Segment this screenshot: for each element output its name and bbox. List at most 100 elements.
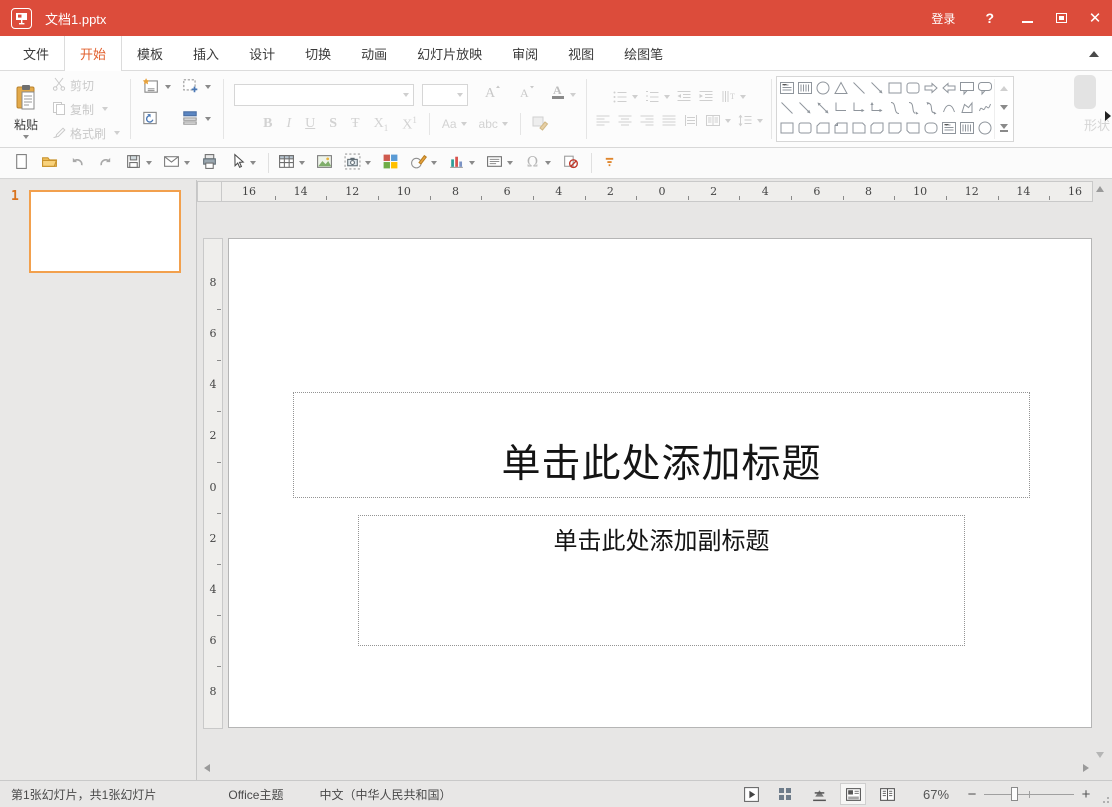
new-file-button[interactable] <box>9 151 34 175</box>
clear-format-icon[interactable] <box>531 115 549 134</box>
tab-设计[interactable]: 设计 <box>234 36 290 70</box>
format-painter-button[interactable]: 格式刷 <box>52 125 120 142</box>
chart-dropdown-icon[interactable] <box>469 161 475 165</box>
shape-arrow-right-icon[interactable] <box>923 80 939 99</box>
shape-elbow-icon[interactable] <box>833 100 849 119</box>
shape-curve-s-icon[interactable] <box>887 100 903 119</box>
slide-sorter-icon[interactable] <box>772 783 798 805</box>
tab-模板[interactable]: 模板 <box>122 36 178 70</box>
select-cursor-button[interactable] <box>225 151 260 175</box>
mail-dropdown-icon[interactable] <box>184 161 190 165</box>
slide-thumbnail[interactable] <box>29 190 181 273</box>
shape-curve-s-double-icon[interactable] <box>923 100 939 119</box>
slide-section-button[interactable] <box>177 109 217 130</box>
shape-double-arrow-diag-icon[interactable] <box>815 100 831 119</box>
help-button[interactable]: ? <box>969 10 1010 26</box>
shapes-scroll-down-icon[interactable] <box>1000 105 1008 110</box>
shape-rect-4-icon[interactable] <box>833 120 849 139</box>
table-button[interactable] <box>274 151 309 175</box>
scroll-right-icon[interactable] <box>1083 764 1089 772</box>
shape-rect-2-icon[interactable] <box>797 120 813 139</box>
close-button[interactable]: ✕ <box>1078 0 1112 36</box>
align-center-icon[interactable] <box>617 113 633 129</box>
shape-rect-7-icon[interactable] <box>887 120 903 139</box>
change-case-button[interactable]: Aa <box>442 117 457 131</box>
tab-视图[interactable]: 视图 <box>553 36 609 70</box>
shape-line-diag-icon[interactable] <box>779 100 795 119</box>
clip-gallery-button[interactable] <box>378 151 403 175</box>
shape-elbow-arrow-icon[interactable] <box>851 100 867 119</box>
font-name-combobox[interactable] <box>234 84 414 106</box>
symbol-omega-button[interactable]: Ω <box>520 151 555 175</box>
columns-icon[interactable] <box>705 113 731 129</box>
subscript-button[interactable]: X1 <box>374 116 389 133</box>
text-box-button[interactable] <box>482 151 517 175</box>
draw-shape-button[interactable] <box>406 151 441 175</box>
align-left-icon[interactable] <box>595 113 611 129</box>
change-case-dropdown-icon[interactable] <box>461 122 467 126</box>
char-spacing-button[interactable]: abc <box>479 117 498 131</box>
mail-button[interactable] <box>159 151 194 175</box>
scroll-left-icon[interactable] <box>204 764 210 772</box>
select-cursor-dropdown-icon[interactable] <box>250 161 256 165</box>
shape-curve-s-arrow-icon[interactable] <box>905 100 921 119</box>
format-painter-dropdown-icon[interactable] <box>114 131 120 135</box>
new-slide-button[interactable] <box>137 77 177 98</box>
char-border-button[interactable]: Ŧ <box>351 116 360 132</box>
redo-button[interactable] <box>93 151 118 175</box>
shape-rect-5-icon[interactable] <box>851 120 867 139</box>
shrink-font-button[interactable]: A <box>516 83 536 106</box>
shape-rounded-rectangle-icon[interactable] <box>905 80 921 99</box>
minimize-button[interactable] <box>1010 0 1044 36</box>
tab-切换[interactable]: 切换 <box>290 36 346 70</box>
shape-line-arrow-icon[interactable] <box>869 80 885 99</box>
shapes-scroll-up-icon[interactable] <box>1000 86 1008 91</box>
chart-button[interactable] <box>444 151 479 175</box>
shape-freeform-icon[interactable] <box>959 100 975 119</box>
align-right-icon[interactable] <box>639 113 655 129</box>
undo-button[interactable] <box>65 151 90 175</box>
shape-rect-1-icon[interactable] <box>779 120 795 139</box>
reset-slide-button[interactable] <box>137 109 177 130</box>
indent-icon[interactable] <box>698 89 714 105</box>
tab-幻灯片放映[interactable]: 幻灯片放映 <box>402 36 497 70</box>
strikethrough-button[interactable]: S <box>329 116 337 132</box>
shape-elbow-double-arrow-icon[interactable] <box>869 100 885 119</box>
paste-button[interactable]: 粘贴 <box>0 80 52 139</box>
shape-triangle-icon[interactable] <box>833 80 849 99</box>
subtitle-placeholder[interactable]: 单击此处添加副标题 <box>358 515 965 646</box>
login-button[interactable]: 登录 <box>917 10 969 27</box>
shape-callout-round-icon[interactable] <box>977 80 993 99</box>
shape-rect-9-icon[interactable] <box>923 120 939 139</box>
font-size-combobox[interactable] <box>422 84 468 106</box>
grow-font-button[interactable]: A <box>482 83 502 106</box>
zoom-slider-handle[interactable] <box>1011 787 1018 801</box>
save-button[interactable] <box>121 151 156 175</box>
slide-layout-button[interactable] <box>177 77 217 98</box>
resize-grip[interactable] <box>1098 781 1112 807</box>
draw-shape-dropdown-icon[interactable] <box>431 161 437 165</box>
no-symbol-button[interactable] <box>558 151 583 175</box>
shape-rect-3-icon[interactable] <box>815 120 831 139</box>
superscript-button[interactable]: X1 <box>402 115 417 134</box>
tab-文件[interactable]: 文件 <box>8 36 64 70</box>
notes-view-icon[interactable] <box>874 783 900 805</box>
outdent-icon[interactable] <box>676 89 692 105</box>
shape-scribble-icon[interactable] <box>977 100 993 119</box>
save-dropdown-icon[interactable] <box>146 161 152 165</box>
ribbon-scroll-thumb[interactable] <box>1074 75 1096 109</box>
scroll-down-icon[interactable] <box>1096 752 1104 758</box>
shape-line-icon[interactable] <box>851 80 867 99</box>
zoom-out-button[interactable]: − <box>964 786 980 803</box>
shape-curve-icon[interactable] <box>941 100 957 119</box>
shape-text-box-h-icon[interactable] <box>941 120 957 139</box>
shape-ellipse-icon[interactable] <box>977 120 993 139</box>
tab-动画[interactable]: 动画 <box>346 36 402 70</box>
bullets-icon[interactable] <box>612 89 638 105</box>
table-dropdown-icon[interactable] <box>299 161 305 165</box>
shape-rect-6-icon[interactable] <box>869 120 885 139</box>
text-box-dropdown-icon[interactable] <box>507 161 513 165</box>
justify-icon[interactable] <box>661 113 677 129</box>
zoom-slider[interactable] <box>984 787 1074 801</box>
screenshot-dropdown-icon[interactable] <box>365 161 371 165</box>
